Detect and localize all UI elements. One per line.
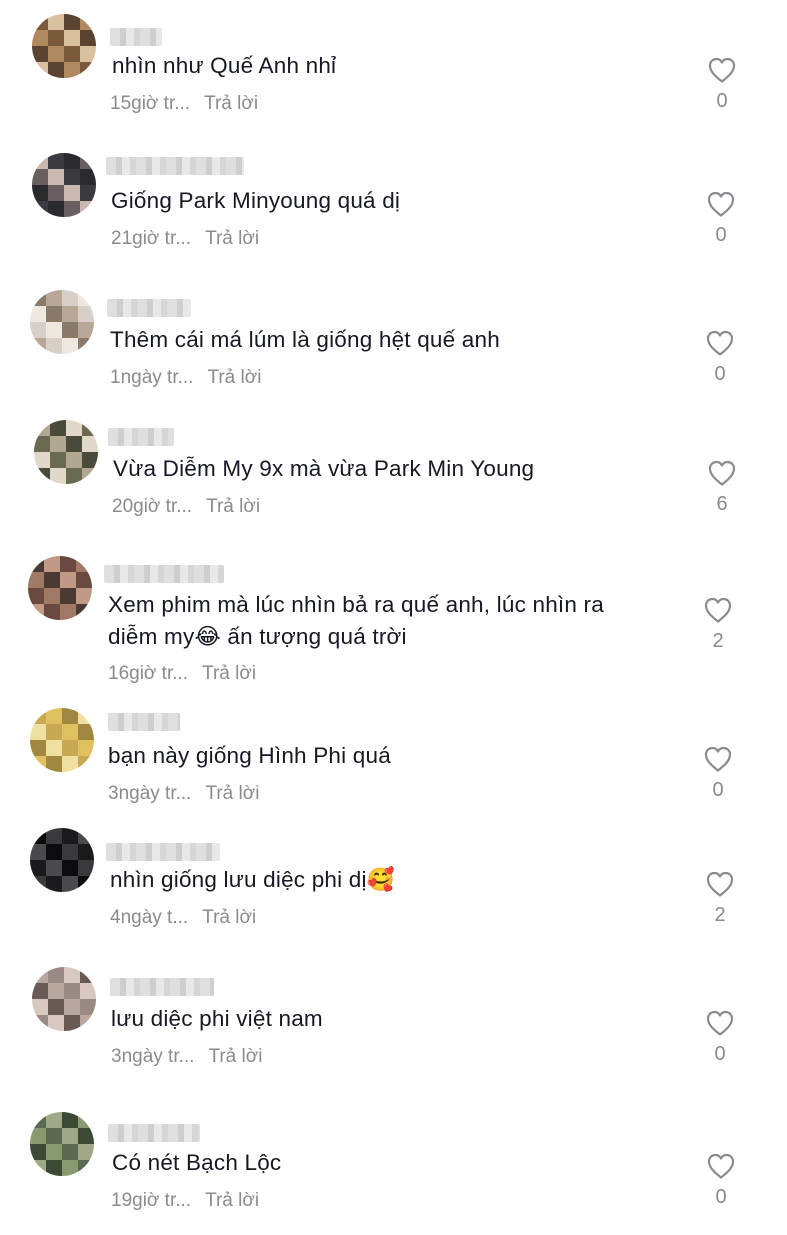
heart-icon bbox=[706, 330, 734, 356]
comment-text: nhìn giống lưu diệc phi dị🥰 bbox=[110, 867, 395, 892]
comment-text: Thêm cái má lúm là giống hệt quế anh bbox=[110, 327, 500, 352]
avatar[interactable] bbox=[34, 420, 98, 484]
timestamp: 4ngày t... bbox=[110, 907, 189, 928]
comment-text: lưu diệc phi việt nam bbox=[111, 1006, 323, 1031]
like-button[interactable]: 0 bbox=[700, 329, 740, 386]
heart-icon bbox=[704, 597, 732, 623]
reply-button[interactable]: Trả lời bbox=[205, 783, 259, 804]
username-blurred[interactable] bbox=[108, 428, 174, 446]
reply-button[interactable]: Trả lời bbox=[205, 1190, 259, 1211]
like-button[interactable]: 2 bbox=[698, 596, 738, 653]
comment-text: Xem phim mà lúc nhìn bả ra quế anh, lúc … bbox=[108, 592, 604, 649]
like-count: 2 bbox=[712, 630, 724, 652]
reply-button[interactable]: Trả lời bbox=[206, 496, 260, 517]
comment-meta: 21giờ tr... Trả lời bbox=[111, 228, 259, 250]
heart-icon bbox=[704, 746, 732, 772]
like-count: 0 bbox=[712, 779, 724, 801]
timestamp: 16giờ tr... bbox=[108, 663, 189, 684]
username-blurred[interactable] bbox=[110, 978, 214, 996]
avatar[interactable] bbox=[30, 828, 94, 892]
heart-icon bbox=[706, 871, 734, 897]
username-blurred[interactable] bbox=[110, 28, 162, 46]
reply-button[interactable]: Trả lời bbox=[202, 663, 256, 684]
like-count: 0 bbox=[715, 224, 727, 246]
comment-meta: 3ngày tr... Trả lời bbox=[108, 783, 259, 805]
reply-button[interactable]: Trả lời bbox=[208, 1046, 262, 1067]
username-blurred[interactable] bbox=[104, 565, 224, 583]
like-button[interactable]: 0 bbox=[698, 745, 738, 802]
heart-icon bbox=[707, 1153, 735, 1179]
comment-meta: 4ngày t... Trả lời bbox=[110, 907, 256, 929]
timestamp: 1ngày tr... bbox=[110, 367, 194, 388]
username-blurred[interactable] bbox=[106, 157, 244, 175]
like-count: 2 bbox=[714, 904, 726, 926]
timestamp: 3ngày tr... bbox=[111, 1046, 195, 1067]
reply-button[interactable]: Trả lời bbox=[207, 367, 261, 388]
comment-meta: 3ngày tr... Trả lời bbox=[111, 1046, 262, 1068]
heart-icon bbox=[708, 57, 736, 83]
comment-meta: 15giờ tr... Trả lời bbox=[110, 93, 258, 115]
timestamp: 15giờ tr... bbox=[110, 93, 191, 114]
comment-text: Giống Park Minyoung quá dị bbox=[111, 188, 401, 213]
like-button[interactable]: 2 bbox=[700, 870, 740, 927]
heart-icon bbox=[708, 460, 736, 486]
username-blurred[interactable] bbox=[107, 299, 191, 317]
avatar[interactable] bbox=[30, 1112, 94, 1176]
reply-button[interactable]: Trả lời bbox=[205, 228, 259, 249]
avatar[interactable] bbox=[30, 708, 94, 772]
comment-meta: 19giờ tr... Trả lời bbox=[111, 1190, 259, 1212]
comment-text: Có nét Bạch Lộc bbox=[112, 1150, 282, 1175]
username-blurred[interactable] bbox=[106, 843, 220, 861]
comment-text: nhìn như Quế Anh nhỉ bbox=[112, 53, 337, 78]
avatar[interactable] bbox=[28, 556, 92, 620]
avatar[interactable] bbox=[30, 290, 94, 354]
like-count: 0 bbox=[716, 90, 728, 112]
like-button[interactable]: 0 bbox=[700, 1009, 740, 1066]
timestamp: 20giờ tr... bbox=[112, 496, 193, 517]
avatar[interactable] bbox=[32, 14, 96, 78]
timestamp: 19giờ tr... bbox=[111, 1190, 192, 1211]
username-blurred[interactable] bbox=[108, 713, 180, 731]
heart-icon bbox=[707, 191, 735, 217]
like-button[interactable]: 6 bbox=[702, 459, 742, 516]
avatar[interactable] bbox=[32, 153, 96, 217]
username-blurred[interactable] bbox=[108, 1124, 200, 1142]
comment-meta: 20giờ tr... Trả lời bbox=[112, 496, 260, 518]
like-count: 0 bbox=[715, 1186, 727, 1208]
like-count: 0 bbox=[714, 363, 726, 385]
like-count: 0 bbox=[714, 1043, 726, 1065]
comment-meta: 1ngày tr... Trả lời bbox=[110, 367, 261, 389]
heart-icon bbox=[706, 1010, 734, 1036]
reply-button[interactable]: Trả lời bbox=[204, 93, 258, 114]
timestamp: 21giờ tr... bbox=[111, 228, 192, 249]
comment-text: Vừa Diễm My 9x mà vừa Park Min Young bbox=[113, 456, 535, 481]
like-button[interactable]: 0 bbox=[702, 56, 742, 113]
avatar[interactable] bbox=[32, 967, 96, 1031]
timestamp: 3ngày tr... bbox=[108, 783, 192, 804]
like-button[interactable]: 0 bbox=[701, 1152, 741, 1209]
reply-button[interactable]: Trả lời bbox=[202, 907, 256, 928]
like-count: 6 bbox=[716, 493, 728, 515]
comment-meta: 16giờ tr... Trả lời bbox=[108, 663, 256, 685]
like-button[interactable]: 0 bbox=[701, 190, 741, 247]
comment-text: bạn này giống Hình Phi quá bbox=[108, 743, 391, 768]
